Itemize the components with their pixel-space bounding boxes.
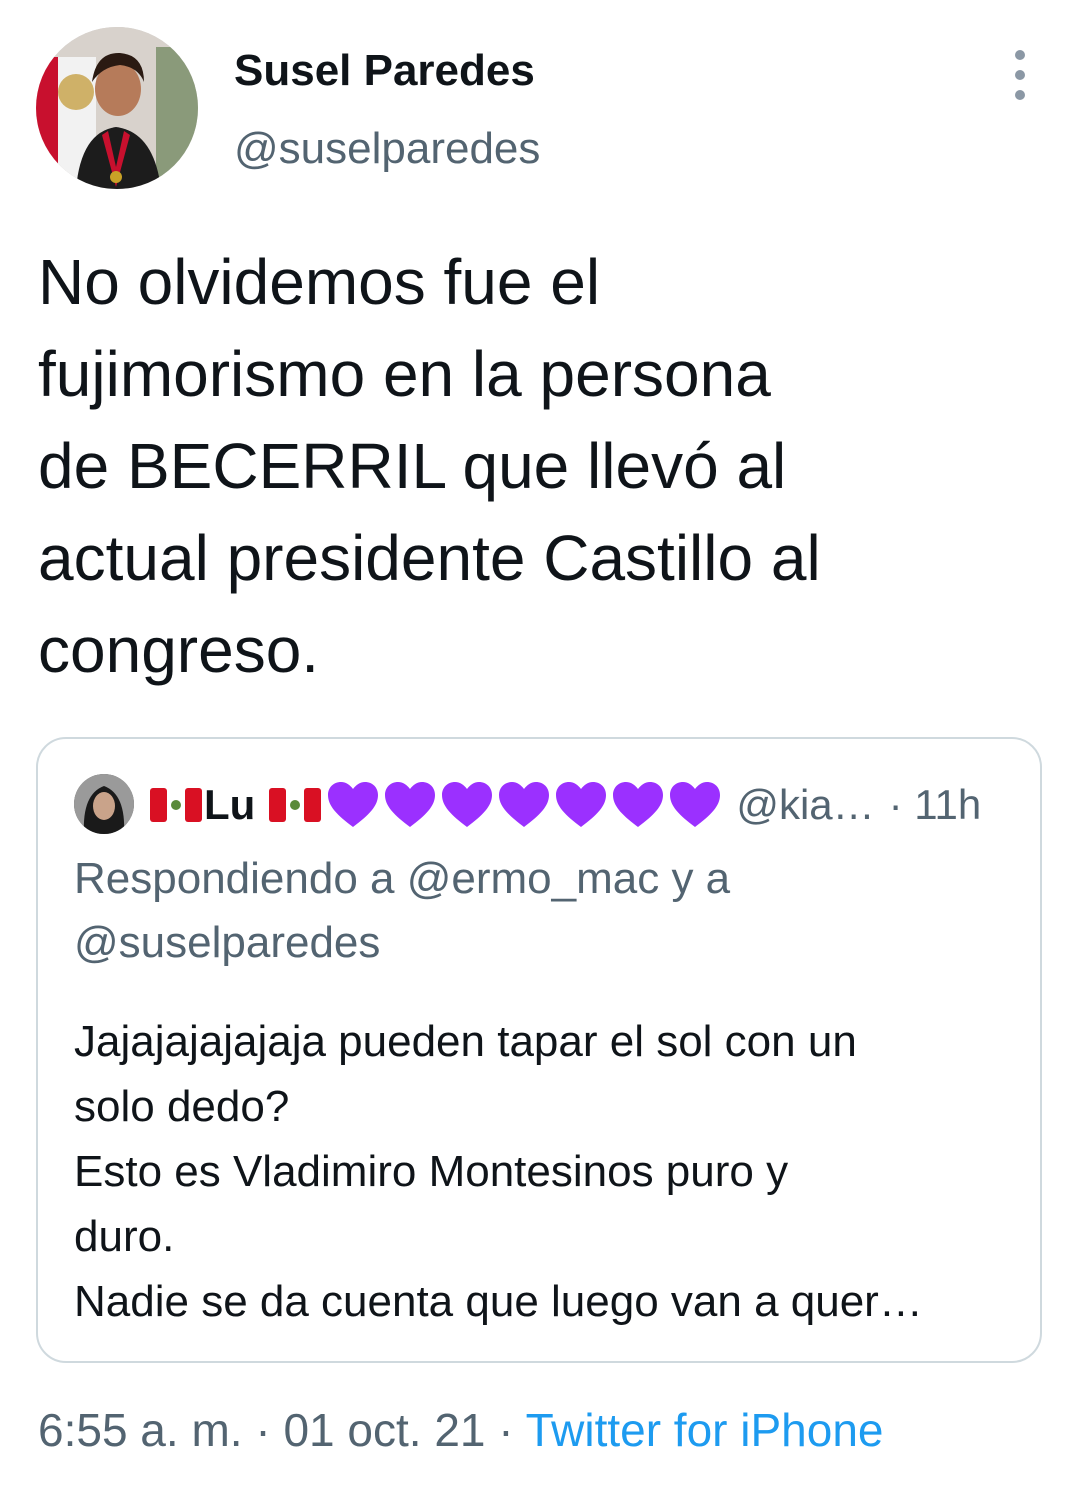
tweet-source-link[interactable]: Twitter for iPhone — [526, 1404, 884, 1456]
quoted-author-handle[interactable]: @kia… — [736, 781, 874, 829]
peru-flag-icon — [269, 788, 322, 822]
purple-heart-icon — [499, 782, 550, 827]
quoted-author-avatar[interactable] — [74, 774, 134, 834]
tweet-header: Susel Paredes @suselparedes — [0, 0, 1080, 200]
author-avatar[interactable] — [36, 27, 198, 189]
author-name[interactable]: Susel Paredes — [234, 44, 535, 98]
more-vertical-icon[interactable] — [1000, 50, 1040, 100]
tweet-date: 01 oct. 21 — [283, 1404, 486, 1456]
meta-separator: · — [242, 1404, 284, 1456]
purple-heart-icon — [328, 782, 379, 827]
author-handle[interactable]: @suselparedes — [234, 122, 540, 176]
quoted-tweet-header: Lu @kia… · 11h — [148, 777, 981, 833]
purple-heart-icon — [385, 782, 436, 827]
quoted-tweet-text: Jajajajajajaja pueden tapar el sol con u… — [74, 1017, 923, 1326]
quoted-tweet[interactable]: Lu @kia… · 11h Respondiendo a @ermo_mac … — [36, 737, 1042, 1363]
meta-separator: · — [485, 1404, 526, 1456]
quoted-author-name[interactable]: Lu — [204, 781, 255, 829]
peru-flag-icon — [150, 788, 202, 822]
purple-heart-icon — [613, 782, 664, 827]
purple-heart-icon — [556, 782, 607, 827]
quoted-time: · 11h — [888, 781, 982, 828]
replying-to: Respondiendo a @ermo_mac y a @suselpared… — [74, 854, 731, 967]
purple-heart-icon — [442, 782, 493, 827]
tweet-text: No olvidemos fue el fujimorismo en la pe… — [38, 246, 821, 686]
tweet-meta: 6:55 a. m. · 01 oct. 21 · Twitter for iP… — [38, 1400, 884, 1460]
purple-hearts — [325, 779, 724, 831]
purple-heart-icon — [670, 782, 721, 827]
tweet-time: 6:55 a. m. — [38, 1404, 243, 1456]
